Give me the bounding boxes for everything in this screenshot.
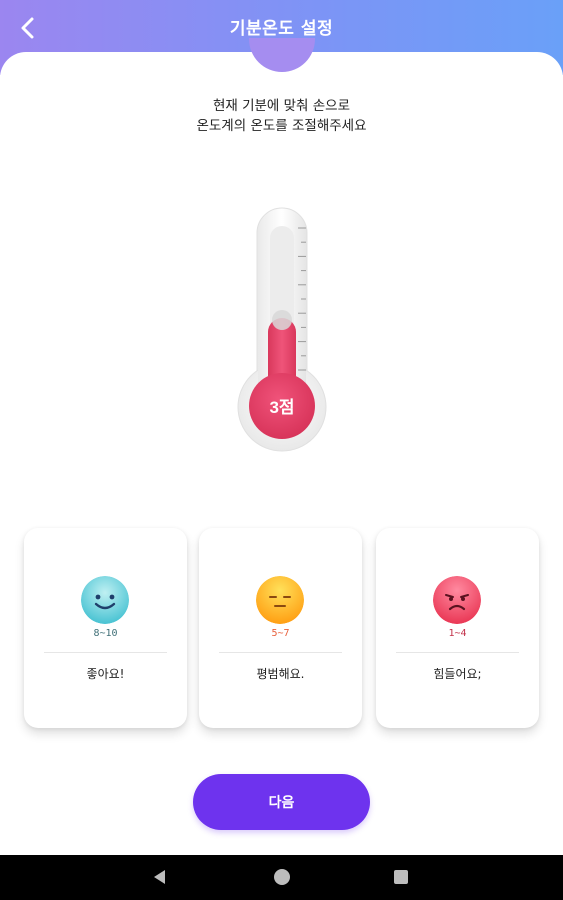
divider bbox=[44, 652, 167, 653]
thermometer-handle[interactable] bbox=[272, 310, 292, 330]
mood-card-hard[interactable]: 1~4 힘들어요; bbox=[376, 528, 539, 728]
mood-card-normal[interactable]: 5~7 평범해요. bbox=[199, 528, 362, 728]
mood-label: 평범해요. bbox=[256, 667, 305, 681]
thermometer[interactable]: 3점 bbox=[0, 0, 563, 520]
smiling-face-icon bbox=[81, 576, 129, 624]
mood-range: 5~7 bbox=[271, 628, 290, 639]
mood-range: 1~4 bbox=[448, 628, 467, 639]
system-nav-bar bbox=[0, 855, 563, 900]
back-triangle-icon[interactable] bbox=[152, 869, 168, 885]
mood-label: 힘들어요; bbox=[433, 667, 482, 681]
score-label: 3점 bbox=[269, 398, 294, 417]
mood-card-good[interactable]: 8~10 좋아요! bbox=[24, 528, 187, 728]
home-circle-icon[interactable] bbox=[274, 869, 290, 885]
divider bbox=[219, 652, 342, 653]
neutral-face-icon bbox=[256, 576, 304, 624]
mood-cards: 8~10 좋아요! 5~7 평범해요. 1~4 힘들어요; bbox=[24, 528, 540, 728]
divider bbox=[396, 652, 519, 653]
recents-square-icon[interactable] bbox=[394, 870, 408, 884]
sad-face-icon bbox=[433, 576, 481, 624]
mood-range: 8~10 bbox=[93, 628, 118, 639]
next-button[interactable]: 다음 bbox=[193, 774, 370, 830]
mood-label: 좋아요! bbox=[86, 667, 125, 681]
